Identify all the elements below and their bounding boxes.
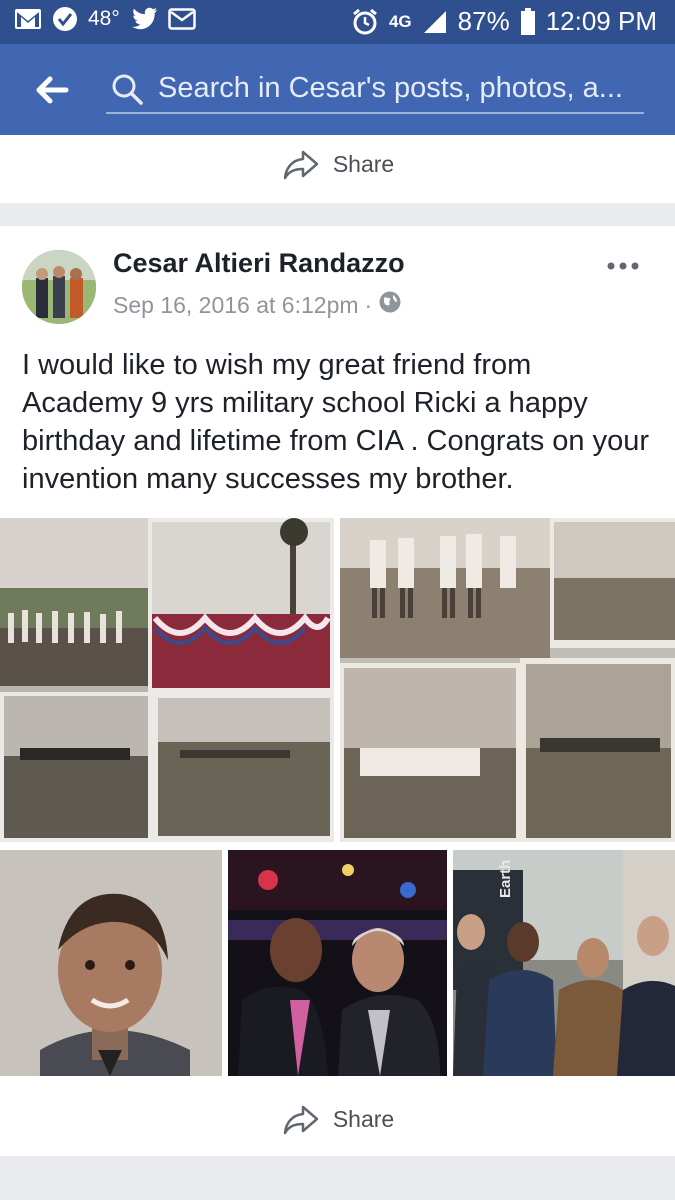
signal-icon [422, 9, 448, 35]
post-card: Cesar Altieri Randazzo Sep 16, 2016 at 6… [0, 226, 675, 1156]
photo-boy-portrait[interactable] [0, 850, 222, 1076]
gmail-icon [14, 8, 42, 30]
temperature-readout: 48° [88, 7, 120, 30]
photo-group-of-men[interactable]: Earth [453, 850, 675, 1076]
previous-post-footer: Share [0, 135, 675, 203]
battery-icon [520, 7, 536, 36]
photo-military-parade-collage-2[interactable] [340, 518, 675, 842]
mail-icon [168, 8, 196, 30]
meta-separator: · [364, 291, 373, 318]
more-options-icon[interactable] [606, 258, 640, 270]
share-button[interactable]: Share [0, 1090, 675, 1148]
alarm-icon [351, 8, 379, 36]
post-timestamp[interactable]: Sep 16, 2016 at 6:12pm [113, 292, 359, 319]
photo-banner-text: Earth [497, 859, 514, 898]
check-circle-icon [52, 6, 78, 32]
clock: 12:09 PM [545, 6, 657, 36]
battery-percent: 87% [457, 6, 510, 36]
search-input[interactable] [158, 68, 638, 108]
network-type: 4G [388, 11, 412, 31]
back-arrow-icon[interactable] [32, 70, 72, 110]
avatar[interactable] [22, 250, 96, 324]
share-button[interactable]: Share [0, 135, 675, 193]
share-label: Share [332, 150, 395, 177]
globe-icon [378, 290, 402, 320]
photo-military-parade-collage-1[interactable] [0, 518, 334, 842]
search-box[interactable] [106, 64, 644, 114]
share-icon [283, 1105, 319, 1135]
photo-two-men-event[interactable] [228, 850, 447, 1076]
share-icon [283, 150, 319, 180]
search-header [0, 44, 675, 135]
status-bar: 48° 4G 87% 12:09 PM [0, 0, 675, 44]
post-meta: Sep 16, 2016 at 6:12pm · [113, 290, 402, 320]
post-text: I would like to wish my great friend fro… [22, 349, 650, 495]
post-author[interactable]: Cesar Altieri Randazzo [113, 248, 405, 279]
share-label: Share [332, 1105, 395, 1132]
search-icon [110, 72, 144, 106]
twitter-icon [130, 7, 158, 31]
